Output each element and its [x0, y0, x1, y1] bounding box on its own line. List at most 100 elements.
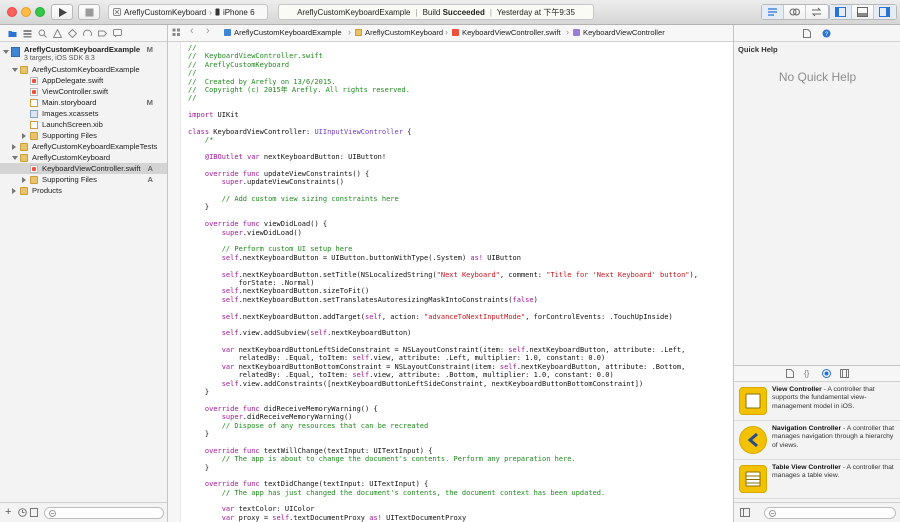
zoom-window-button[interactable]	[35, 7, 45, 17]
disclosure-triangle-icon[interactable]	[12, 68, 18, 72]
code-line[interactable]: self.view.addConstraints([nextKeyboardBu…	[188, 380, 698, 388]
code-line[interactable]: // Copyright (c) 2015年 Arefly. All right…	[188, 86, 698, 94]
code-line[interactable]: }	[188, 464, 698, 472]
stop-button[interactable]	[78, 4, 100, 20]
code-line[interactable]: // KeyboardViewController.swift	[188, 52, 698, 60]
code-line[interactable]: override func textDidChange(textInput: U…	[188, 480, 698, 488]
code-line[interactable]	[188, 304, 698, 312]
nav-file-images-xcassets[interactable]: Images.xcassets	[0, 108, 167, 119]
code-line[interactable]: self.nextKeyboardButton.addTarget(self, …	[188, 313, 698, 321]
code-line[interactable]	[188, 338, 698, 346]
code-line[interactable]: }	[188, 388, 698, 396]
code-line[interactable]: // Perform custom UI setup here	[188, 245, 698, 253]
breadcrumb-file[interactable]: KeyboardViewController.swift	[452, 28, 561, 37]
project-root-row[interactable]: AreflyCustomKeyboardExample M 3 targets,…	[0, 44, 167, 64]
code-line[interactable]: self.nextKeyboardButton.setTitle(NSLocal…	[188, 271, 698, 279]
code-line[interactable]	[188, 187, 698, 195]
code-text[interactable]: //// KeyboardViewController.swift// Aref…	[188, 44, 698, 522]
code-line[interactable]	[188, 161, 698, 169]
code-line[interactable]: relatedBy: .Equal, toItem: self.view, at…	[188, 371, 698, 379]
nav-group-keyboard[interactable]: AreflyCustomKeyboard	[0, 152, 167, 163]
code-line[interactable]: var proxy = self.textDocumentProxy as! U…	[188, 514, 698, 522]
toggle-debug-area-button[interactable]	[852, 5, 874, 19]
code-line[interactable]: class KeyboardViewController: UIInputVie…	[188, 128, 698, 136]
code-line[interactable]: super.didReceiveMemoryWarning()	[188, 413, 698, 421]
code-line[interactable]	[188, 237, 698, 245]
library-item-navigation-controller[interactable]: Navigation Controller - A controller tha…	[734, 422, 900, 460]
code-snippet-library-tab[interactable]: {}	[804, 369, 813, 378]
code-line[interactable]: //	[188, 44, 698, 52]
related-items-button[interactable]	[172, 28, 181, 39]
close-window-button[interactable]	[7, 7, 17, 17]
code-line[interactable]: //	[188, 69, 698, 77]
code-line[interactable]: // The app has just changed the document…	[188, 489, 698, 497]
disclosure-triangle-icon[interactable]	[12, 188, 16, 194]
code-line[interactable]: }	[188, 430, 698, 438]
code-line[interactable]: // The app is about to change the docume…	[188, 455, 698, 463]
version-editor-button[interactable]	[806, 5, 828, 19]
nav-file-launchscreen[interactable]: LaunchScreen.xib	[0, 119, 167, 130]
code-line[interactable]	[188, 321, 698, 329]
disclosure-triangle-icon[interactable]	[12, 156, 18, 160]
code-line[interactable]: override func didReceiveMemoryWarning() …	[188, 405, 698, 413]
code-line[interactable]: override func textWillChange(textInput: …	[188, 447, 698, 455]
code-line[interactable]: import UIKit	[188, 111, 698, 119]
add-file-button[interactable]: +	[5, 506, 11, 518]
source-editor[interactable]: //// KeyboardViewController.swift// Aref…	[168, 42, 733, 522]
back-button[interactable]: ‹	[190, 25, 194, 37]
object-library-tab[interactable]	[822, 369, 831, 378]
run-button[interactable]	[51, 4, 73, 20]
code-line[interactable]: // Created by Arefly on 13/6/2015.	[188, 78, 698, 86]
media-library-tab[interactable]	[840, 369, 849, 378]
code-line[interactable]	[188, 472, 698, 480]
breadcrumb-project[interactable]: AreflyCustomKeyboardExample	[224, 28, 342, 37]
nav-group-example[interactable]: AreflyCustomKeyboardExample	[0, 64, 167, 75]
code-line[interactable]	[188, 396, 698, 404]
code-line[interactable]: relatedBy: .Equal, toItem: self.view, at…	[188, 354, 698, 362]
code-line[interactable]	[188, 103, 698, 111]
code-line[interactable]: super.updateViewConstraints()	[188, 178, 698, 186]
code-line[interactable]	[188, 438, 698, 446]
library-filter-field[interactable]	[764, 507, 896, 519]
code-line[interactable]	[188, 262, 698, 270]
find-navigator-tab[interactable]	[38, 29, 47, 38]
code-line[interactable]	[188, 497, 698, 505]
quick-help-inspector-tab[interactable]: ?	[822, 29, 831, 38]
navigator-filter-field[interactable]	[44, 507, 164, 519]
nav-file-main-storyboard[interactable]: Main.storyboard M	[0, 97, 167, 108]
recent-files-button[interactable]	[18, 508, 27, 519]
symbol-navigator-tab[interactable]	[23, 29, 32, 38]
code-line[interactable]: self.nextKeyboardButton.setTranslatesAut…	[188, 296, 698, 304]
standard-editor-button[interactable]	[762, 5, 784, 19]
library-view-mode-button[interactable]	[740, 508, 750, 519]
test-navigator-tab[interactable]	[67, 28, 78, 39]
project-navigator-tab[interactable]	[8, 29, 17, 38]
code-line[interactable]: super.viewDidLoad()	[188, 229, 698, 237]
debug-navigator-tab[interactable]	[83, 29, 92, 38]
code-line[interactable]: // Dispose of any resources that can be …	[188, 422, 698, 430]
minimize-window-button[interactable]	[21, 7, 31, 17]
code-line[interactable]: // AreflyCustomKeyboard	[188, 61, 698, 69]
breadcrumb-group[interactable]: AreflyCustomKeyboard	[355, 28, 443, 37]
editor-gutter[interactable]	[168, 42, 181, 522]
code-line[interactable]: var nextKeyboardButtonBottomConstraint =…	[188, 363, 698, 371]
library-item-view-controller[interactable]: View Controller - A controller that supp…	[734, 383, 900, 421]
disclosure-triangle-icon[interactable]	[12, 144, 16, 150]
nav-group-tests[interactable]: AreflyCustomKeyboardExampleTests	[0, 141, 167, 152]
code-line[interactable]: }	[188, 203, 698, 211]
code-line[interactable]: self.view.addSubview(self.nextKeyboardBu…	[188, 329, 698, 337]
report-navigator-tab[interactable]	[113, 29, 122, 38]
issue-navigator-tab[interactable]	[52, 28, 63, 38]
code-line[interactable]	[188, 120, 698, 128]
code-line[interactable]	[188, 145, 698, 153]
nav-file-viewcontroller[interactable]: ViewController.swift	[0, 86, 167, 97]
code-line[interactable]: var nextKeyboardButtonLeftSideConstraint…	[188, 346, 698, 354]
nav-group-products[interactable]: Products	[0, 185, 167, 196]
library-item-table-view-controller[interactable]: Table View Controller - A controller tha…	[734, 461, 900, 499]
code-line[interactable]: //	[188, 94, 698, 102]
disclosure-triangle-icon[interactable]	[3, 50, 9, 54]
nav-file-appdelegate[interactable]: AppDelegate.swift	[0, 75, 167, 86]
code-line[interactable]: override func updateViewConstraints() {	[188, 170, 698, 178]
code-line[interactable]: /*	[188, 136, 698, 144]
breakpoint-navigator-tab[interactable]	[98, 29, 108, 38]
